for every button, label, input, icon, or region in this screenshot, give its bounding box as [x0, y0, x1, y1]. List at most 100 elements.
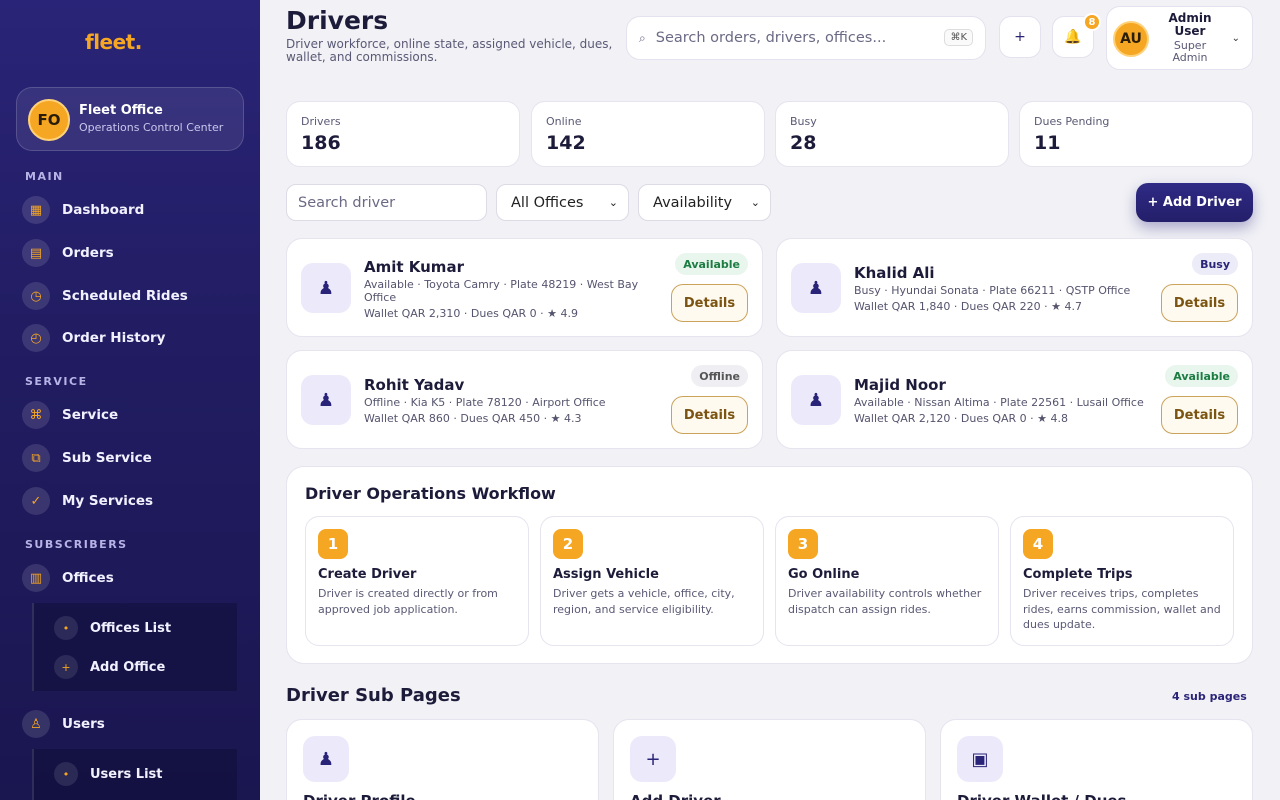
global-search-input[interactable] — [655, 30, 926, 46]
chevron-down-icon: ⌄ — [1231, 33, 1240, 44]
user-name: Admin User — [1168, 11, 1212, 38]
workflow-step: 4 Complete Trips Driver receives trips, … — [1010, 516, 1234, 646]
subpage-card-add-driver[interactable]: + Add Driver — [613, 719, 926, 800]
driver-name: Khalid Ali — [854, 264, 935, 282]
sidebar: fleet. FO Fleet Office Operations Contro… — [0, 0, 260, 800]
shortcut-hint: ⌘K — [944, 29, 973, 46]
plus-icon: + — [1014, 29, 1026, 45]
office-filter-select[interactable]: All Offices ⌄ — [496, 184, 629, 221]
driver-icon: ♟ — [301, 263, 351, 313]
dashboard-icon: ▦ — [22, 196, 50, 224]
driver-card: ♟ Amit Kumar Available · Toyota Camry · … — [286, 238, 763, 337]
plus-icon: + — [54, 655, 78, 679]
history-icon: ◴ — [22, 324, 50, 352]
subpage-card-driver-profile[interactable]: ♟ Driver Profile — [286, 719, 599, 800]
driver-name: Rohit Yadav — [364, 376, 465, 394]
step-number: 1 — [318, 529, 348, 559]
office-subtitle: Operations Control Center — [79, 121, 224, 134]
subpage-card-driver-wallet[interactable]: ▣ Driver Wallet / Dues — [940, 719, 1253, 800]
stat-online: Online 142 — [531, 101, 765, 167]
driver-icon: ♟ — [791, 263, 841, 313]
step-description: Driver availability controls whether dis… — [788, 587, 982, 616]
sidebar-item-label: Scheduled Rides — [62, 288, 188, 304]
stat-label: Drivers — [301, 115, 341, 128]
office-switcher[interactable]: FO Fleet Office Operations Control Cente… — [16, 87, 244, 151]
offices-submenu: • Offices List + Add Office — [32, 603, 237, 691]
driver-icon: ♟ — [303, 736, 349, 782]
dot-icon: • — [54, 616, 78, 640]
stat-label: Online — [546, 115, 582, 128]
driver-icon: ♟ — [791, 375, 841, 425]
driver-info: Busy · Hyundai Sonata · Plate 66211 · QS… — [854, 284, 1131, 297]
subpages-count: 4 sub pages — [1172, 690, 1247, 703]
sidebar-item-orders[interactable]: ▤ Orders — [22, 236, 242, 270]
chevron-down-icon: ⌄ — [608, 196, 618, 209]
stat-value: 186 — [301, 132, 341, 154]
details-button[interactable]: Details — [671, 396, 748, 434]
driver-wallet: Wallet QAR 2,310 · Dues QAR 0 · ★ 4.9 — [364, 307, 579, 320]
orders-icon: ▤ — [22, 239, 50, 267]
select-value: All Offices — [511, 194, 584, 211]
availability-filter-select[interactable]: Availability ⌄ — [638, 184, 771, 221]
page-title: Drivers — [286, 6, 389, 35]
driver-card: ♟ Khalid Ali Busy · Hyundai Sonata · Pla… — [776, 238, 1253, 337]
step-title: Create Driver — [318, 567, 417, 582]
user-menu[interactable]: AU Admin User Super Admin ⌄ — [1106, 6, 1253, 70]
fleet-logo[interactable]: fleet. — [85, 30, 142, 54]
driver-search-input[interactable] — [286, 184, 487, 221]
sidebar-item-label: Service — [62, 407, 119, 423]
avatar: AU — [1113, 21, 1149, 57]
check-icon: ✓ — [22, 487, 50, 515]
step-description: Driver receives trips, completes rides, … — [1023, 587, 1221, 631]
sidebar-item-label: Sub Service — [62, 450, 152, 466]
sidebar-item-label: Users — [62, 716, 105, 732]
details-button[interactable]: Details — [1161, 284, 1238, 322]
page-subtitle: Driver workforce, online state, assigned… — [286, 37, 613, 64]
step-number: 4 — [1023, 529, 1053, 559]
step-description: Driver is created directly or from appro… — [318, 587, 498, 616]
sidebar-item-service[interactable]: ⌘ Service — [22, 398, 242, 432]
stat-label: Dues Pending — [1034, 115, 1110, 128]
sidebar-item-order-history[interactable]: ◴ Order History — [22, 321, 242, 355]
sidebar-item-my-services[interactable]: ✓ My Services — [22, 484, 242, 518]
sidebar-item-dashboard[interactable]: ▦ Dashboard — [22, 193, 242, 227]
stat-label: Busy — [790, 115, 817, 128]
workflow-step: 3 Go Online Driver availability controls… — [775, 516, 999, 646]
sidebar-item-add-office[interactable]: + Add Office — [54, 652, 165, 682]
sidebar-item-users[interactable]: ♙ Users — [22, 707, 242, 741]
subpages-title: Driver Sub Pages — [286, 685, 461, 706]
notifications-button[interactable]: 🔔 8 — [1052, 13, 1101, 58]
sidebar-item-label: Dashboard — [62, 202, 145, 218]
step-title: Assign Vehicle — [553, 567, 659, 582]
details-button[interactable]: Details — [1161, 396, 1238, 434]
sidebar-item-offices[interactable]: ▥ Offices — [22, 561, 242, 595]
clock-icon: ◷ — [22, 282, 50, 310]
add-driver-button[interactable]: + Add Driver — [1136, 183, 1253, 222]
sidebar-item-offices-list[interactable]: • Offices List — [54, 613, 171, 643]
driver-icon: ♟ — [301, 375, 351, 425]
search-icon: ⌕ — [639, 30, 646, 45]
sidebar-item-label: My Services — [62, 493, 154, 509]
global-search[interactable]: ⌕ ⌘K — [626, 16, 986, 60]
sidebar-item-users-list[interactable]: • Users List — [54, 759, 162, 789]
section-main: MAIN — [25, 170, 64, 183]
section-subscribers: SUBSCRIBERS — [25, 538, 128, 551]
driver-name: Majid Noor — [854, 376, 946, 394]
section-service: SERVICE — [25, 375, 88, 388]
driver-info: Offline · Kia K5 · Plate 78120 · Airport… — [364, 396, 606, 409]
quick-add-button[interactable]: + — [999, 16, 1041, 58]
details-button[interactable]: Details — [671, 284, 748, 322]
sidebar-item-label: Users List — [90, 766, 163, 782]
dot-icon: • — [54, 762, 78, 786]
office-name: Fleet Office — [79, 103, 163, 118]
sidebar-item-sub-service[interactable]: ⧉ Sub Service — [22, 441, 242, 475]
step-number: 2 — [553, 529, 583, 559]
users-submenu: • Users List — [32, 749, 237, 800]
stat-value: 142 — [546, 132, 586, 154]
stat-value: 28 — [790, 132, 817, 154]
sidebar-item-label: Orders — [62, 245, 114, 261]
chevron-down-icon: ⌄ — [750, 196, 760, 209]
status-badge: Available — [1165, 365, 1238, 387]
sub-service-icon: ⧉ — [22, 444, 50, 472]
sidebar-item-scheduled-rides[interactable]: ◷ Scheduled Rides — [22, 279, 242, 313]
